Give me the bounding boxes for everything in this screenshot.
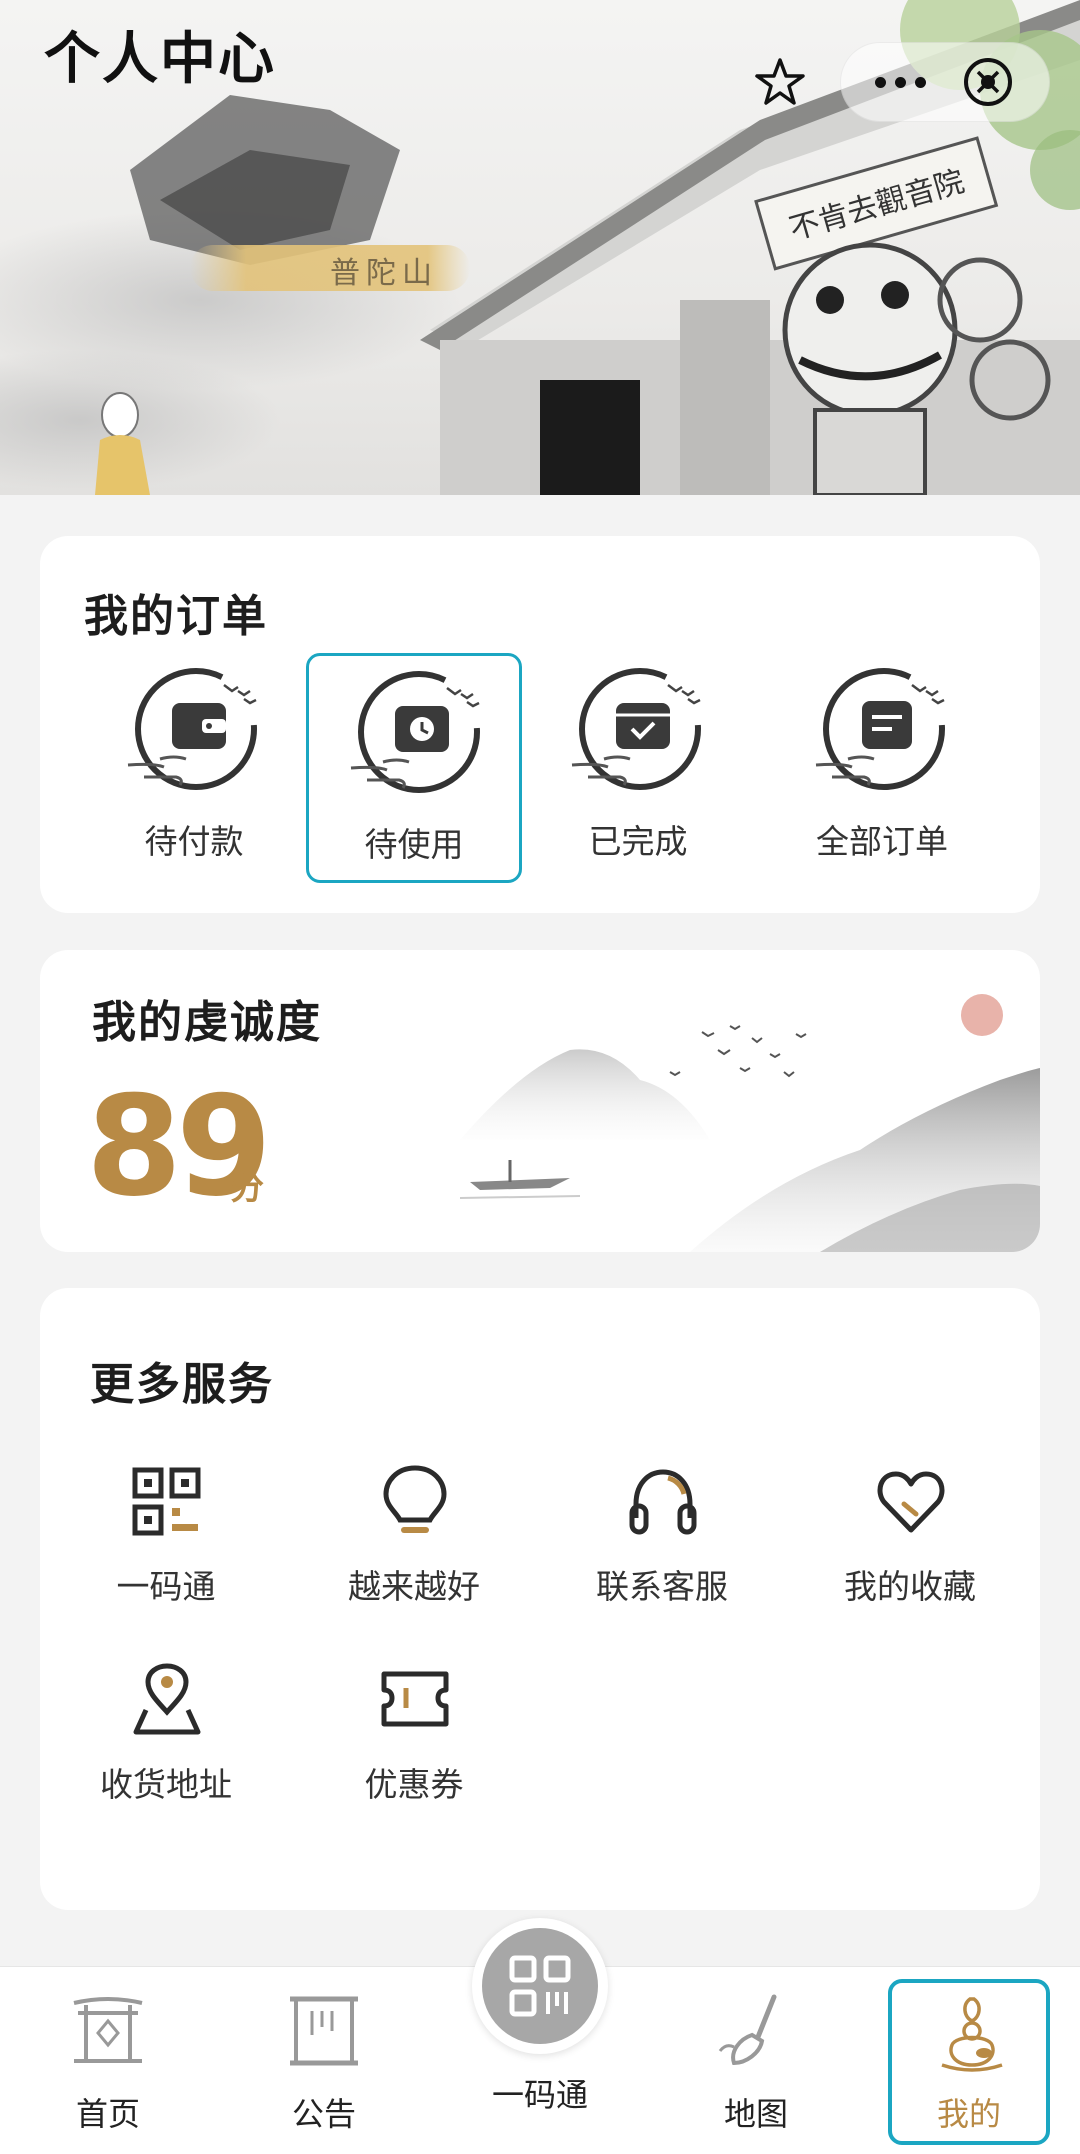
order-completed[interactable]: 已完成 xyxy=(530,653,746,883)
devotion-title: 我的虔诚度 xyxy=(92,997,322,1048)
tab-label: 我的 xyxy=(936,2095,1001,2133)
close-icon xyxy=(964,58,1012,106)
order-all[interactable]: 全部订单 xyxy=(774,653,990,883)
gate-icon xyxy=(73,1997,143,2063)
service-my-favorites[interactable]: 我的收藏 xyxy=(786,1464,1034,1624)
more-services-card: 更多服务 一码通 越来越好 联系客服 我的收藏 收货地址 优惠券 xyxy=(40,1288,1040,1910)
order-label: 待付款 xyxy=(144,822,244,861)
heart-icon xyxy=(877,1471,945,1533)
check-icon xyxy=(571,668,701,790)
close-miniprogram-button[interactable] xyxy=(958,52,1018,112)
service-shipping-address[interactable]: 收货地址 xyxy=(42,1662,290,1822)
tab-label: 公告 xyxy=(291,2095,356,2133)
service-contact-support[interactable]: 联系客服 xyxy=(538,1464,786,1624)
tab-map[interactable]: 地图 xyxy=(676,1967,836,2154)
brush-icon xyxy=(718,1994,777,2066)
banner-location-text: 普陀山 xyxy=(330,256,438,291)
tab-label: 首页 xyxy=(75,2095,140,2133)
service-label: 越来越好 xyxy=(348,1567,480,1606)
devotion-score-unit: 分 xyxy=(230,1168,264,1208)
page-title: 个人中心 xyxy=(44,27,276,92)
tab-home[interactable]: 首页 xyxy=(28,1967,188,2154)
order-pending-payment[interactable]: 待付款 xyxy=(86,653,302,883)
service-label: 收货地址 xyxy=(100,1765,232,1804)
wallet-icon xyxy=(127,668,257,790)
tab-label: 一码通 xyxy=(491,2076,588,2114)
tab-mine[interactable]: 我的 xyxy=(888,1979,1050,2145)
headphones-icon xyxy=(629,1469,697,1535)
order-to-use[interactable]: 待使用 xyxy=(306,653,522,883)
order-label: 已完成 xyxy=(588,822,688,861)
my-orders-card: 我的订单 待付款 待使用 已完成 全部订单 xyxy=(40,536,1040,913)
qr-code-icon xyxy=(132,1467,201,1536)
service-label: 我的收藏 xyxy=(844,1567,976,1606)
miniprogram-capsule xyxy=(730,42,1050,122)
document-icon xyxy=(815,668,945,790)
scroll-icon xyxy=(290,1996,358,2066)
service-label: 联系客服 xyxy=(596,1567,728,1606)
order-label: 待使用 xyxy=(364,825,464,864)
buddha-icon xyxy=(941,1997,1003,2072)
orders-title: 我的订单 xyxy=(84,591,268,642)
service-label: 一码通 xyxy=(116,1567,216,1606)
order-label: 全部订单 xyxy=(816,822,948,861)
location-pin-icon xyxy=(133,1663,201,1735)
coupon-icon xyxy=(381,1671,449,1727)
header-banner: 不肯去觀音院 个人中心 普陀山 xyxy=(0,0,1080,495)
tab-one-code-pass[interactable] xyxy=(472,1918,608,2054)
lightbulb-icon xyxy=(383,1465,447,1533)
service-one-code-pass[interactable]: 一码通 xyxy=(42,1464,290,1624)
services-title: 更多服务 xyxy=(90,1359,274,1410)
qr-code-icon xyxy=(509,1955,571,2017)
more-icon xyxy=(874,76,886,88)
tab-announcements[interactable]: 公告 xyxy=(244,1967,404,2154)
devotion-card: 我的虔诚度 89 分 xyxy=(40,950,1040,1252)
center-button-disc xyxy=(482,1928,598,2044)
star-icon xyxy=(755,58,805,105)
favorite-button[interactable] xyxy=(750,52,810,112)
ink-landscape-illustration xyxy=(459,994,1040,1252)
service-label: 优惠券 xyxy=(364,1765,464,1804)
more-options-button[interactable] xyxy=(860,52,940,112)
clock-icon xyxy=(350,671,480,793)
service-better-and-better[interactable]: 越来越好 xyxy=(290,1464,538,1624)
service-coupons[interactable]: 优惠券 xyxy=(290,1662,538,1822)
tab-label: 地图 xyxy=(723,2095,788,2133)
